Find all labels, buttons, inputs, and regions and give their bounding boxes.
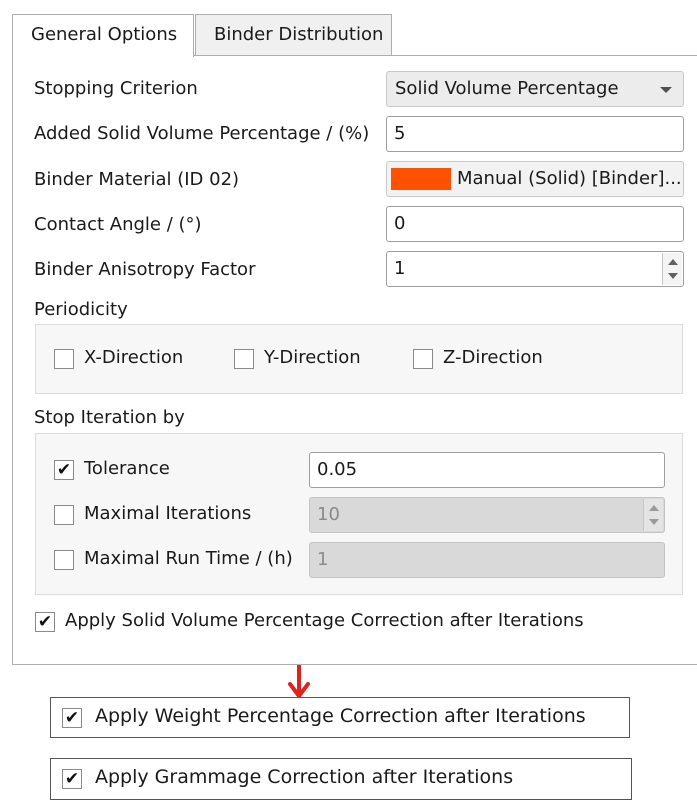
spin-up-icon[interactable] (649, 505, 659, 511)
z-direction-label: Z-Direction (443, 347, 543, 368)
stopping-criterion-label: Stopping Criterion (34, 78, 198, 99)
stop-iteration-title: Stop Iteration by (34, 407, 185, 428)
spin-buttons[interactable] (662, 253, 682, 285)
general-options-panel: Stopping Criterion Solid Volume Percenta… (12, 55, 697, 665)
stopping-criterion-value: Solid Volume Percentage (395, 78, 619, 99)
apply-grammage-label: Apply Grammage Correction after Iteratio… (95, 766, 514, 788)
binder-material-button[interactable]: Manual (Solid) [Binder]... (386, 161, 684, 197)
spin-up-icon[interactable] (668, 259, 678, 265)
apply-grammage-checkbox[interactable] (62, 769, 82, 789)
periodicity-group: X-Direction Y-Direction Z-Direction (35, 324, 683, 394)
anisotropy-spinbox[interactable]: 1 (386, 251, 684, 287)
added-solid-volume-input[interactable]: 5 (386, 116, 684, 152)
apply-solid-volume-checkbox[interactable] (35, 612, 55, 632)
anisotropy-label: Binder Anisotropy Factor (34, 259, 256, 280)
binder-material-label: Binder Material (ID 02) (34, 169, 240, 190)
chevron-down-icon (660, 87, 672, 93)
tolerance-value: 0.05 (317, 459, 358, 480)
contact-angle-label: Contact Angle / (°) (34, 214, 202, 235)
x-direction-checkbox[interactable] (54, 349, 74, 369)
apply-solid-volume-label: Apply Solid Volume Percentage Correction… (65, 610, 584, 631)
spin-buttons[interactable] (643, 499, 663, 531)
spin-down-icon[interactable] (668, 273, 678, 279)
max-runtime-label: Maximal Run Time / (h) (84, 548, 293, 569)
tolerance-label: Tolerance (84, 458, 170, 479)
y-direction-label: Y-Direction (264, 347, 361, 368)
tab-label: General Options (31, 24, 178, 45)
max-runtime-value: 1 (317, 549, 329, 570)
apply-weight-label: Apply Weight Percentage Correction after… (95, 705, 586, 727)
max-runtime-input[interactable]: 1 (309, 542, 665, 578)
apply-weight-checkbox[interactable] (62, 708, 82, 728)
binder-color-swatch (391, 168, 451, 190)
contact-angle-value: 0 (394, 213, 406, 234)
alt-option-grammage[interactable]: Apply Grammage Correction after Iteratio… (50, 758, 632, 800)
anisotropy-value: 1 (394, 258, 406, 279)
stop-iteration-group: Tolerance 0.05 Maximal Iterations 10 Max… (35, 433, 683, 595)
x-direction-label: X-Direction (84, 347, 184, 368)
tab-label: Binder Distribution (214, 24, 384, 45)
added-solid-volume-value: 5 (394, 123, 406, 144)
max-iterations-label: Maximal Iterations (84, 503, 252, 524)
tab-general-options[interactable]: General Options (12, 14, 194, 57)
periodicity-title: Periodicity (34, 299, 128, 320)
max-iterations-checkbox[interactable] (54, 505, 74, 525)
z-direction-checkbox[interactable] (413, 349, 433, 369)
max-runtime-checkbox[interactable] (54, 550, 74, 570)
alt-option-weight[interactable]: Apply Weight Percentage Correction after… (50, 697, 630, 738)
tab-binder-distribution[interactable]: Binder Distribution (195, 14, 392, 56)
max-iterations-spinbox[interactable]: 10 (309, 497, 665, 533)
binder-material-value: Manual (Solid) [Binder]... (457, 168, 682, 189)
y-direction-checkbox[interactable] (234, 349, 254, 369)
stopping-criterion-dropdown[interactable]: Solid Volume Percentage (386, 71, 684, 107)
tolerance-checkbox[interactable] (54, 460, 74, 480)
spin-down-icon[interactable] (649, 519, 659, 525)
added-solid-volume-label: Added Solid Volume Percentage / (%) (34, 123, 370, 144)
contact-angle-input[interactable]: 0 (386, 206, 684, 242)
max-iterations-value: 10 (317, 504, 340, 525)
tolerance-input[interactable]: 0.05 (309, 452, 665, 488)
